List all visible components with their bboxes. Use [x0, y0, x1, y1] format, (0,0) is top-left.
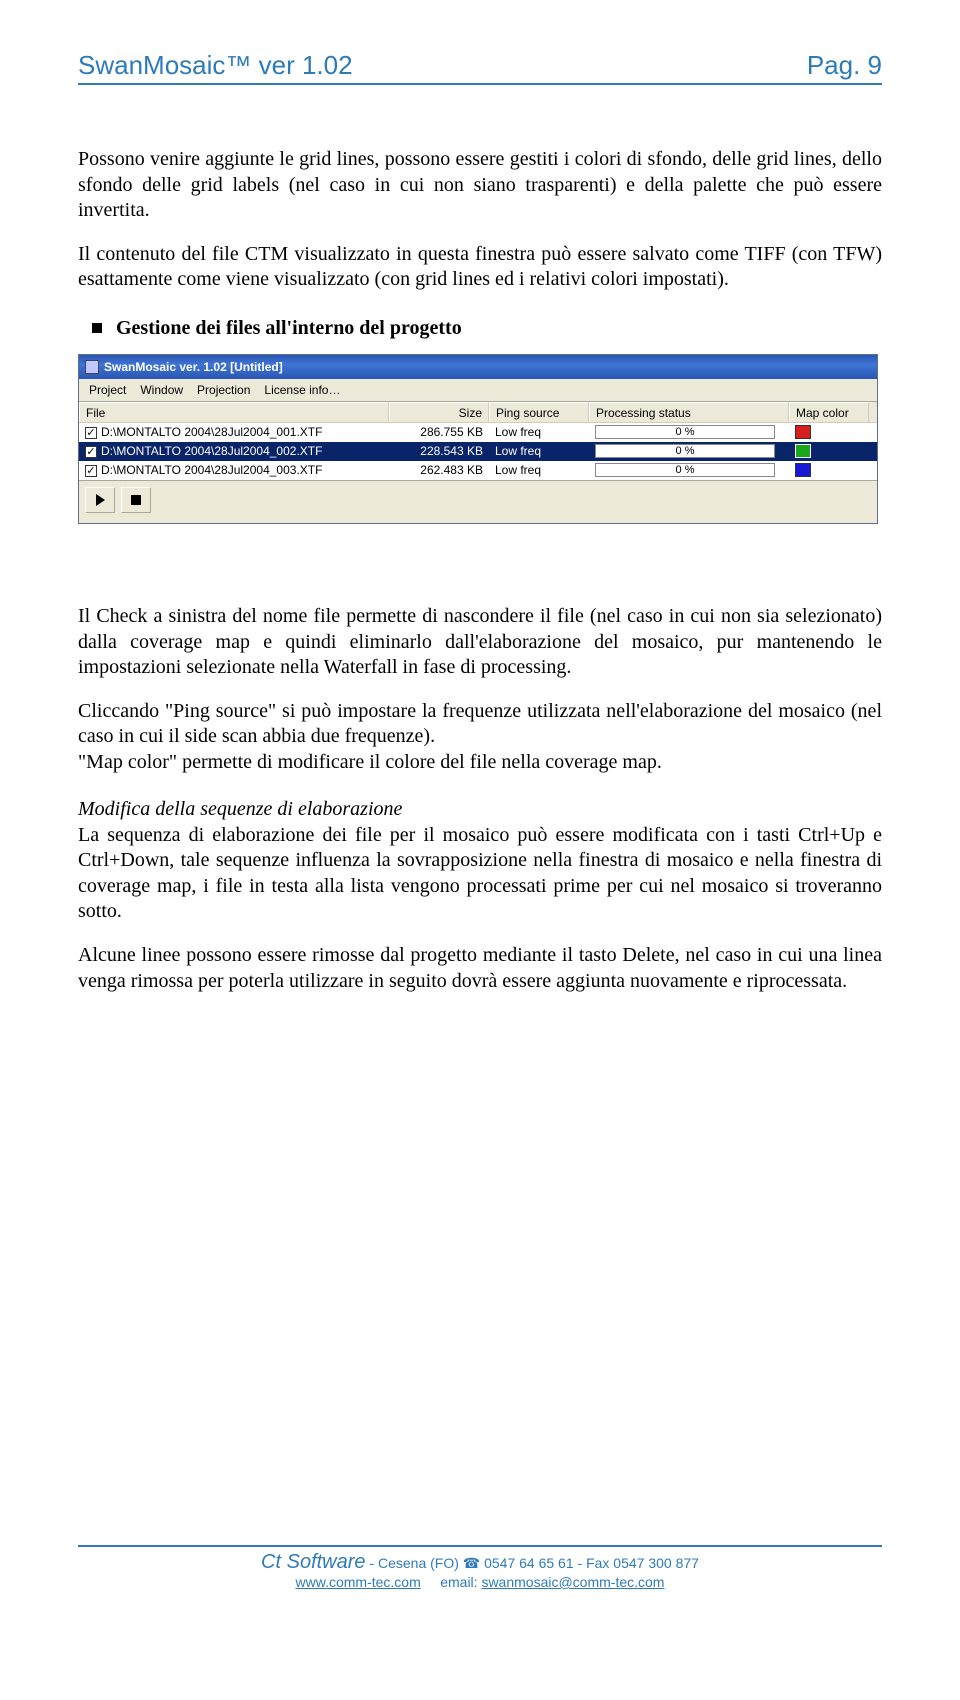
cell-processing: 0 %: [589, 442, 789, 461]
cell-color: [789, 442, 869, 461]
paragraph-1: Possono venire aggiunte le grid lines, p…: [78, 147, 882, 224]
file-path: D:\MONTALTO 2004\28Jul2004_001.XTF: [101, 425, 322, 439]
color-swatch[interactable]: [795, 444, 811, 458]
toolbar: [79, 480, 877, 523]
stop-icon: [131, 495, 141, 505]
menu-license[interactable]: License info…: [264, 383, 340, 397]
menu-bar: Project Window Projection License info…: [79, 379, 877, 402]
table-row[interactable]: ✓ D:\MONTALTO 2004\28Jul2004_003.XTF 262.4…: [79, 461, 877, 480]
col-header-size[interactable]: Size: [389, 402, 489, 422]
menu-projection[interactable]: Projection: [197, 383, 250, 397]
paragraph-6: La sequenza di elaborazione dei file per…: [78, 823, 882, 925]
cell-processing: 0 %: [589, 461, 789, 480]
app-icon: [85, 360, 99, 374]
paragraph-3: Il Check a sinistra del nome file permet…: [78, 604, 882, 681]
cell-ping: Low freq: [489, 461, 589, 480]
col-header-ping[interactable]: Ping source: [489, 402, 589, 422]
row-checkbox[interactable]: ✓: [85, 465, 97, 477]
paragraph-5: "Map color" permette di modificare il co…: [78, 750, 882, 776]
cell-size: 286.755 KB: [389, 423, 489, 442]
row-checkbox[interactable]: ✓: [85, 427, 97, 439]
cell-processing: 0 %: [589, 423, 789, 442]
paragraph-4: Cliccando "Ping source" si può impostare…: [78, 699, 882, 750]
row-checkbox[interactable]: ✓: [85, 446, 97, 458]
file-listview: File Size Ping source Processing status …: [79, 402, 877, 480]
col-header-proc[interactable]: Processing status: [589, 402, 789, 422]
menu-project[interactable]: Project: [89, 383, 126, 397]
page-footer: Ct Software - Cesena (FO) ☎ 0547 64 65 6…: [0, 1545, 960, 1590]
progress-bar: 0 %: [595, 444, 775, 458]
cell-ping: Low freq: [489, 423, 589, 442]
titlebar[interactable]: SwanMosaic ver. 1.02 [Untitled]: [79, 355, 877, 379]
footer-website-link[interactable]: www.comm-tec.com: [296, 1574, 421, 1590]
progress-bar: 0 %: [595, 425, 775, 439]
stop-button[interactable]: [121, 487, 151, 513]
doc-header-left: SwanMosaic™ ver 1.02: [78, 50, 353, 81]
doc-header-right: Pag. 9: [807, 50, 882, 81]
play-icon: [96, 494, 105, 506]
table-row[interactable]: ✓ D:\MONTALTO 2004\28Jul2004_002.XTF 228.5…: [79, 442, 877, 461]
footer-company: Ct Software: [261, 1551, 365, 1573]
footer-email-link[interactable]: swanmosaic@comm-tec.com: [481, 1574, 664, 1590]
color-swatch[interactable]: [795, 463, 811, 477]
menu-window[interactable]: Window: [140, 383, 183, 397]
col-header-file[interactable]: File: [79, 402, 389, 422]
progress-bar: 0 %: [595, 463, 775, 477]
file-path: D:\MONTALTO 2004\28Jul2004_003.XTF: [101, 463, 322, 477]
cell-file: ✓ D:\MONTALTO 2004\28Jul2004_002.XTF: [79, 442, 389, 461]
bullet-icon: [92, 323, 102, 333]
file-path: D:\MONTALTO 2004\28Jul2004_002.XTF: [101, 444, 322, 458]
window-title: SwanMosaic ver. 1.02 [Untitled]: [104, 360, 283, 374]
subheading: Modifica della sequenze di elaborazione: [78, 798, 882, 821]
cell-file: ✓ D:\MONTALTO 2004\28Jul2004_001.XTF: [79, 423, 389, 442]
cell-color: [789, 461, 869, 480]
cell-ping: Low freq: [489, 442, 589, 461]
col-header-color[interactable]: Map color: [789, 402, 869, 422]
app-window: SwanMosaic ver. 1.02 [Untitled] Project …: [78, 354, 878, 524]
table-row[interactable]: ✓ D:\MONTALTO 2004\28Jul2004_001.XTF 286.7…: [79, 423, 877, 442]
section-title: Gestione dei files all'interno del proge…: [116, 317, 462, 340]
footer-contact: - Cesena (FO) ☎ 0547 64 65 61 - Fax 0547…: [366, 1555, 699, 1571]
cell-size: 228.543 KB: [389, 442, 489, 461]
cell-color: [789, 423, 869, 442]
color-swatch[interactable]: [795, 425, 811, 439]
footer-email-label: email:: [440, 1574, 481, 1590]
paragraph-7: Alcune linee possono essere rimosse dal …: [78, 943, 882, 994]
play-button[interactable]: [85, 487, 115, 513]
paragraph-2: Il contenuto del file CTM visualizzato i…: [78, 242, 882, 293]
cell-file: ✓ D:\MONTALTO 2004\28Jul2004_003.XTF: [79, 461, 389, 480]
cell-size: 262.483 KB: [389, 461, 489, 480]
